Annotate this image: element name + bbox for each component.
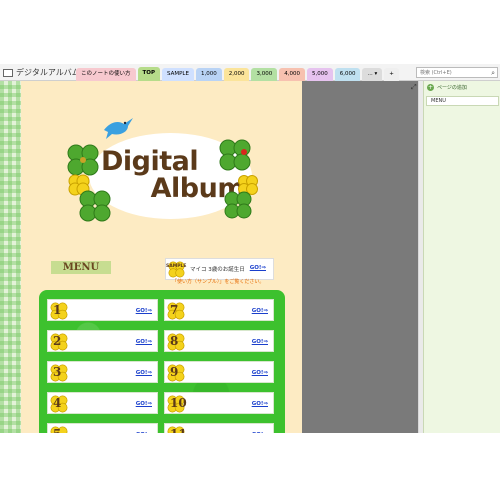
add-page-label: ページの追加 bbox=[437, 84, 467, 91]
menu-row-number: 9 bbox=[170, 365, 179, 379]
clover-icon bbox=[219, 139, 251, 171]
section-tab[interactable]: SAMPLE bbox=[161, 68, 194, 81]
clover-icon bbox=[79, 190, 111, 222]
sample-go-link[interactable]: GO!⇒ bbox=[250, 265, 266, 271]
section-tab[interactable]: 4,000 bbox=[279, 68, 305, 81]
menu-row: 3 GO!⇒ bbox=[47, 361, 158, 383]
menu-row-number: 1 bbox=[53, 303, 62, 317]
menu-row-number: 10 bbox=[170, 396, 187, 410]
menu-panel: 1 GO!⇒ 7 GO!⇒ 2 GO!⇒ 8 GO!⇒ 3 GO!⇒ 9 GO!⇒ 4 GO!⇒ 10 GO!… bbox=[39, 290, 285, 433]
menu-row-go-link[interactable]: GO!⇒ bbox=[136, 401, 152, 407]
menu-row-go-link[interactable]: GO!⇒ bbox=[252, 370, 268, 376]
section-tab[interactable]: 5,000 bbox=[306, 68, 333, 81]
menu-row-number: 5 bbox=[53, 427, 61, 433]
menu-row: 5 GO!⇒ bbox=[47, 423, 158, 433]
section-tab[interactable]: TOP bbox=[137, 67, 160, 81]
menu-row-go-link[interactable]: GO!⇒ bbox=[252, 401, 268, 407]
menu-row-go-link[interactable]: GO!⇒ bbox=[136, 370, 152, 376]
section-tab[interactable]: 6,000 bbox=[334, 68, 361, 81]
menu-row: 9 GO!⇒ bbox=[164, 361, 274, 383]
section-tab[interactable]: 3,000 bbox=[251, 68, 278, 81]
search-icon[interactable]: ⌕ bbox=[491, 68, 495, 78]
expand-icon[interactable]: ⤢ bbox=[411, 83, 417, 92]
gingham-border bbox=[0, 81, 21, 433]
menu-row-number: 2 bbox=[53, 334, 62, 348]
section-tab[interactable]: このノートの使い方 bbox=[76, 68, 136, 81]
notebook-tab-bar: デジタルアルバム ▼ このノートの使い方TOPSAMPLE1,0002,0003… bbox=[0, 64, 500, 81]
menu-row-go-link[interactable]: GO!⇒ bbox=[136, 308, 152, 314]
menu-row-number: 11 bbox=[170, 427, 187, 433]
onenote-window: デジタルアルバム ▼ このノートの使い方TOPSAMPLE1,0002,0003… bbox=[0, 0, 500, 500]
notebook-icon bbox=[3, 68, 13, 77]
sample-badge-label: SAMPLE bbox=[166, 264, 187, 269]
menu-row: 11 GO!⇒ bbox=[164, 423, 274, 433]
page-list-pane: + ページの追加 MENU bbox=[423, 81, 500, 433]
menu-row-number: 7 bbox=[170, 303, 179, 317]
menu-row: 10 GO!⇒ bbox=[164, 392, 274, 414]
menu-row-go-link[interactable]: GO!⇒ bbox=[252, 432, 268, 433]
section-tab[interactable]: 2,000 bbox=[223, 68, 250, 81]
menu-row: 4 GO!⇒ bbox=[47, 392, 158, 414]
menu-row-number: 4 bbox=[53, 396, 62, 410]
add-page-button[interactable]: + ページの追加 bbox=[427, 82, 467, 92]
menu-row-go-link[interactable]: GO!⇒ bbox=[136, 339, 152, 345]
sample-entry: SAMPLE マイコ 3歳のお誕生日 GO!⇒ bbox=[165, 258, 274, 280]
page-canvas: Digital Album MENU SAMPLE マイコ 3歳のお誕生日 GO… bbox=[0, 81, 302, 433]
menu-row-number: 8 bbox=[170, 334, 179, 348]
menu-row: 8 GO!⇒ bbox=[164, 330, 274, 352]
section-tabs: このノートの使い方 TOP SAMPLE 1,000 2,000 3,000 4,000 5,… bbox=[76, 67, 399, 81]
sample-title: マイコ 3歳のお誕生日 bbox=[190, 267, 245, 273]
notebook-selector[interactable]: デジタルアルバム ▼ bbox=[3, 66, 87, 79]
notebook-title: デジタルアルバム bbox=[16, 68, 80, 77]
menu-row-number: 3 bbox=[53, 365, 62, 379]
plus-icon: + bbox=[427, 83, 434, 91]
section-tab[interactable]: 1,000 bbox=[195, 68, 222, 81]
menu-row-go-link[interactable]: GO!⇒ bbox=[252, 308, 268, 314]
page-margin bbox=[302, 81, 418, 433]
clover-icon bbox=[224, 191, 252, 219]
search-input[interactable]: 検索 (Ctrl+E) ⌕ bbox=[416, 67, 498, 78]
clover-icon bbox=[67, 144, 99, 176]
page-list-item-menu[interactable]: MENU bbox=[426, 96, 499, 106]
menu-row: 7 GO!⇒ bbox=[164, 299, 274, 321]
bluebird-icon bbox=[104, 118, 133, 139]
menu-row-go-link[interactable]: GO!⇒ bbox=[136, 432, 152, 433]
search-placeholder: 検索 (Ctrl+E) bbox=[420, 70, 452, 76]
section-tab[interactable]: + bbox=[384, 68, 399, 81]
menu-row: 1 GO!⇒ bbox=[47, 299, 158, 321]
menu-heading: MENU bbox=[51, 261, 111, 274]
menu-row-go-link[interactable]: GO!⇒ bbox=[252, 339, 268, 345]
menu-row: 2 GO!⇒ bbox=[47, 330, 158, 352]
usage-note: 「使い方（サンプル）」をご覧ください。 bbox=[172, 279, 265, 285]
section-tab[interactable]: ... ▾ bbox=[362, 68, 383, 81]
